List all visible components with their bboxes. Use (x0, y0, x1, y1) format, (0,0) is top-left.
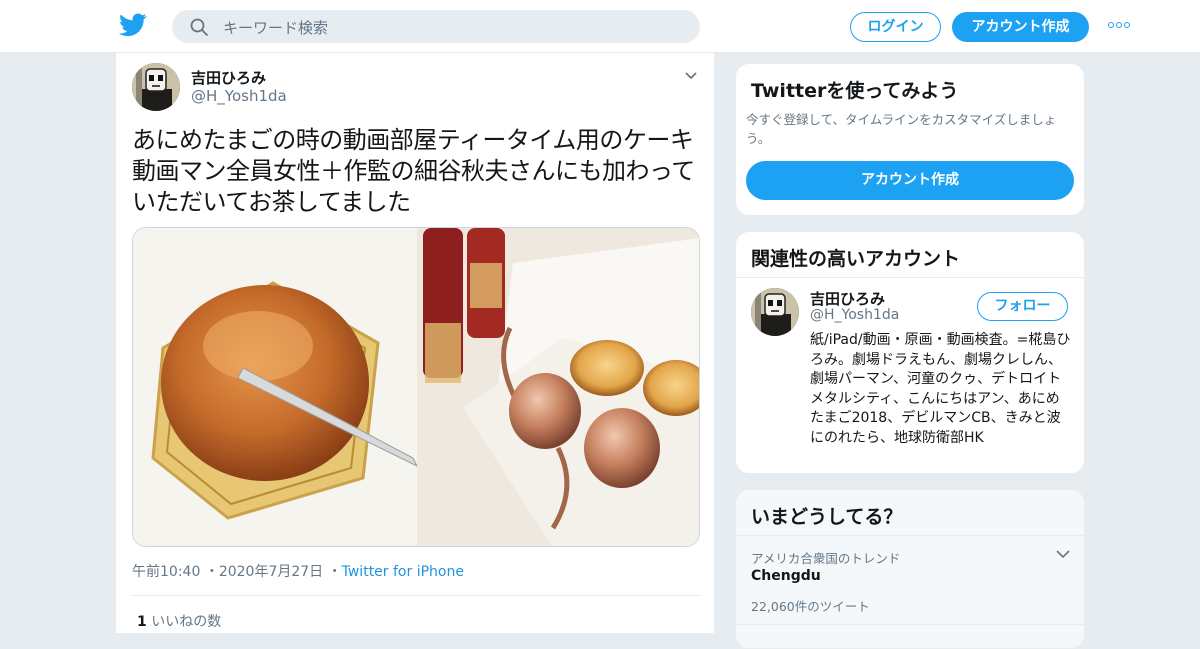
likes-count[interactable]: 1 いいねの数 (137, 611, 221, 631)
tweet-photos (133, 228, 699, 546)
related-account-bio: 紙/iPad/動画・原画・動画検査。=椛島ひろみ。劇場ドラえもん、劇場クレしん、… (810, 332, 1071, 446)
likes-number: 1 (137, 614, 147, 630)
tweet-meta: 午前10:40 ・2020年7月27日 ・Twitter for iPhone (132, 561, 464, 581)
trend-count: 22,060件のツイート (751, 599, 870, 614)
more-icon[interactable] (1108, 22, 1130, 30)
trend-context: アメリカ合衆国のトレンド (751, 551, 901, 566)
tweet-text: あにめたまごの時の動画部屋ティータイム用のケーキ動画マン全員女性＋作監の細谷秋夫… (132, 126, 695, 216)
search-icon (190, 18, 208, 36)
tweet-media[interactable] (132, 227, 700, 547)
related-title: 関連性の高いアカウント (751, 248, 961, 270)
login-button[interactable]: ログイン (850, 12, 941, 42)
tweet-card: 吉田ひろみ @H_Yosh1da あにめたまごの時の動画部屋ティータイム用のケー… (115, 53, 715, 633)
try-twitter-subtitle: 今すぐ登録して、タイムラインをカスタマイズしましょう。 (746, 112, 1057, 146)
create-account-button[interactable]: アカウント作成 (746, 161, 1074, 200)
trends-card: いまどうしてる？ アメリカ合衆国のトレンド Chengdu 22,060件のツイ… (735, 489, 1085, 649)
follow-button[interactable]: フォロー (977, 292, 1068, 321)
avatar-illustration (132, 63, 180, 111)
divider (736, 535, 1084, 536)
tweet-source-link[interactable]: Twitter for iPhone (342, 564, 464, 580)
twitter-bird-icon[interactable] (119, 13, 147, 37)
search-bar[interactable]: キーワード検索 (172, 10, 700, 43)
chevron-down-icon[interactable] (1056, 550, 1070, 559)
meta-separator: ・ (327, 564, 342, 580)
chevron-down-icon[interactable] (684, 71, 698, 81)
trend-topic[interactable]: Chengdu (751, 568, 821, 584)
meta-separator: ・ (204, 564, 219, 580)
tweet-time[interactable]: 午前10:40 (132, 564, 200, 580)
related-account-handle[interactable]: @H_Yosh1da (810, 307, 899, 323)
trends-title: いまどうしてる？ (751, 506, 903, 528)
try-twitter-card: Twitterを使ってみよう 今すぐ登録して、タイムラインをカスタマイズしましょ… (735, 63, 1085, 216)
divider (132, 595, 700, 596)
related-accounts-card: 関連性の高いアカウント 吉田ひろみ @H_Yosh1da フォロー 紙/iPad… (735, 231, 1085, 474)
divider (736, 624, 1084, 625)
search-placeholder: キーワード検索 (223, 19, 329, 37)
author-handle[interactable]: @H_Yosh1da (191, 87, 287, 105)
signup-button[interactable]: アカウント作成 (952, 12, 1089, 42)
related-account-name[interactable]: 吉田ひろみ (810, 288, 885, 309)
try-twitter-title: Twitterを使ってみよう (751, 80, 959, 102)
likes-label: いいねの数 (151, 614, 222, 630)
tweet-date[interactable]: 2020年7月27日 (219, 564, 323, 580)
top-bar: キーワード検索 ログイン アカウント作成 (0, 0, 1200, 53)
divider (736, 277, 1084, 278)
avatar-illustration (751, 288, 799, 336)
avatar[interactable] (132, 63, 180, 111)
avatar[interactable] (751, 288, 799, 336)
author-name[interactable]: 吉田ひろみ (191, 67, 266, 88)
